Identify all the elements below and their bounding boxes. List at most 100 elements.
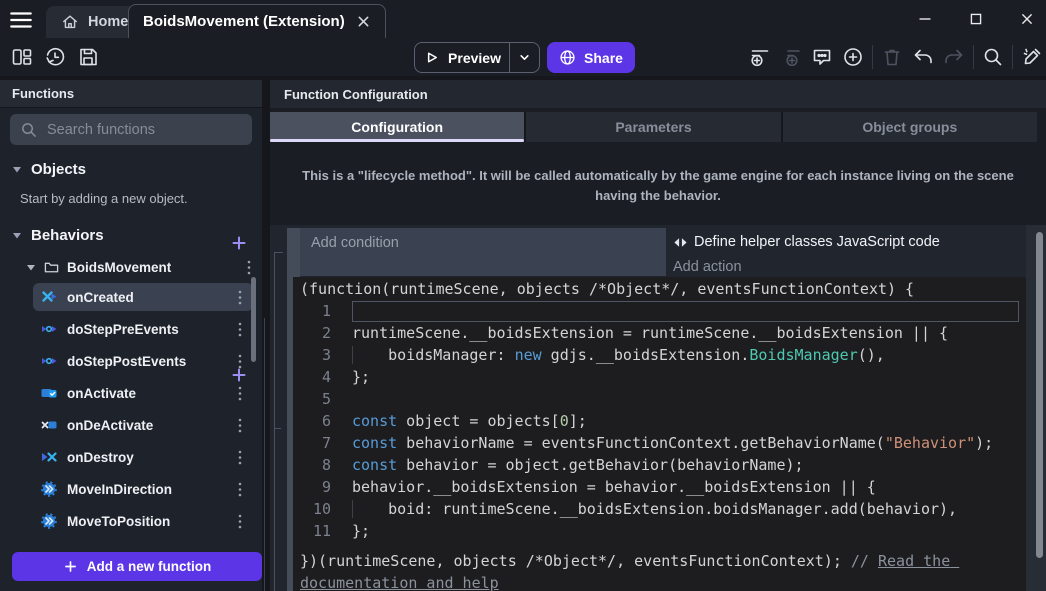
sidebar-item-moveindirection[interactable]: MoveInDirection (33, 475, 253, 503)
sidebar-title: Functions (0, 80, 262, 108)
lifecycle-activate-icon (41, 385, 57, 401)
sidebar-scrollbar[interactable] (251, 277, 256, 362)
line-number: 10 (293, 498, 343, 520)
redo-button (942, 45, 966, 69)
add-function-button-label: Add a new function (87, 559, 212, 574)
item-menu-button[interactable] (233, 289, 247, 305)
js-code-event-title[interactable]: Define helper classes JavaScript code (673, 234, 940, 250)
search-functions-box[interactable] (10, 114, 252, 145)
save-icon[interactable] (76, 45, 100, 69)
add-condition-area[interactable]: Add condition (300, 228, 666, 276)
lifecycle-deactivate-icon (41, 417, 57, 433)
gdevelop-window: { "tabbar": { "home": "Home", "active": … (0, 0, 1046, 591)
sidebar-item-oncreated[interactable]: onCreated (33, 283, 253, 311)
item-menu-button[interactable] (233, 513, 247, 529)
main-menu-button[interactable] (8, 7, 34, 31)
maximize-button[interactable] (954, 0, 998, 38)
minimize-button[interactable] (903, 0, 947, 38)
add-function-button[interactable]: Add a new function (12, 552, 262, 581)
item-menu-button[interactable] (233, 385, 247, 401)
tab-close-icon[interactable] (357, 15, 370, 28)
preview-button-label: Preview (448, 50, 501, 66)
js-code-icon (673, 235, 688, 250)
sidebar-item-dosteppreevents[interactable]: doStepPreEvents (33, 315, 253, 343)
history-icon[interactable] (43, 45, 67, 69)
events-scrollbar-thumb[interactable] (1036, 232, 1043, 558)
configuration-tabs: ConfigurationParametersObject groups (270, 112, 1037, 142)
trash-button (880, 45, 904, 69)
function-action-icon (41, 513, 57, 529)
edit-extension-button[interactable] (1020, 45, 1044, 69)
function-label: onDeActivate (67, 418, 223, 433)
code-line: 3 boidsManager: new gdjs.__boidsExtensio… (293, 344, 1026, 366)
add-circle-button[interactable] (841, 45, 865, 69)
share-button[interactable]: Share (547, 42, 635, 73)
divider (1012, 45, 1013, 69)
item-menu-button[interactable] (233, 353, 247, 369)
search-button[interactable] (981, 45, 1005, 69)
tab-active-label: BoidsMovement (Extension) (143, 13, 345, 30)
search-functions-input[interactable] (45, 121, 242, 139)
function-label: onCreated (67, 290, 223, 305)
behavior-group-label: BoidsMovement (67, 260, 234, 275)
line-number: 8 (293, 454, 343, 476)
section-behaviors[interactable]: Behaviors (0, 220, 262, 250)
code-line: 1 (293, 300, 1026, 322)
function-label: MoveToPosition (67, 514, 223, 529)
line-number: 4 (293, 366, 343, 388)
line-number: 7 (293, 432, 343, 454)
preview-button[interactable]: Preview (414, 42, 540, 73)
panel-title: Function Configuration (270, 80, 1046, 108)
javascript-code-editor[interactable]: (function(runtimeScene, objects /*Object… (293, 277, 1026, 591)
add-action-button[interactable]: Add action (673, 259, 742, 275)
line-number: 5 (293, 388, 343, 410)
code-line: 4}; (293, 366, 1026, 388)
code-line: 11}; (293, 520, 1026, 542)
tab-active[interactable]: BoidsMovement (Extension) (128, 4, 386, 38)
titlebar: Home BoidsMovement (Extension) (0, 0, 1046, 38)
chevron-down-icon (12, 230, 22, 240)
sidebar-item-onactivate[interactable]: onActivate (33, 379, 253, 407)
item-menu-button[interactable] (233, 321, 247, 337)
add-event-button[interactable] (748, 45, 772, 69)
item-menu-button[interactable] (233, 449, 247, 465)
code-line: 6const object = objects[0]; (293, 410, 1026, 432)
sidebar-item-dosteppostevents[interactable]: doStepPostEvents (33, 347, 253, 375)
line-number: 3 (293, 344, 343, 366)
code-line: 2runtimeScene.__boidsExtension = runtime… (293, 322, 1026, 344)
code-line: 10 boid: runtimeScene.__boidsExtension.b… (293, 498, 1026, 520)
share-button-label: Share (584, 50, 623, 66)
tab-parameters[interactable]: Parameters (526, 112, 780, 142)
functions-sidebar: Functions Objects Start by adding a new … (0, 80, 262, 591)
add-comment-button[interactable] (810, 45, 834, 69)
undo-button[interactable] (911, 45, 935, 69)
play-icon (423, 49, 440, 66)
item-menu-button[interactable] (233, 481, 247, 497)
preview-options-button[interactable] (510, 43, 539, 72)
sidebar-item-ondeactivate[interactable]: onDeActivate (33, 411, 253, 439)
function-label: MoveInDirection (67, 482, 223, 497)
group-menu-button[interactable] (242, 259, 256, 275)
item-menu-button[interactable] (233, 417, 247, 433)
tab-object-groups[interactable]: Object groups (783, 112, 1037, 142)
chevron-down-icon (26, 262, 36, 272)
objects-section-label: Objects (31, 161, 86, 178)
chevron-down-icon (12, 164, 22, 174)
panel-splitter (264, 318, 265, 591)
close-button[interactable] (1005, 0, 1046, 38)
function-label: doStepPreEvents (67, 322, 223, 337)
function-label: doStepPostEvents (67, 354, 223, 369)
event-indent-guide (274, 252, 284, 591)
tab-configuration[interactable]: Configuration (270, 112, 524, 142)
panels-icon[interactable] (10, 45, 34, 69)
sidebar-item-movetoposition[interactable]: MoveToPosition (33, 507, 253, 535)
behaviors-section-label: Behaviors (31, 227, 104, 244)
divider (872, 45, 873, 69)
behavior-group-boidsmovement[interactable]: BoidsMovement (0, 252, 262, 282)
function-action-icon (41, 481, 57, 497)
lifecycle-created-icon (41, 289, 57, 305)
function-label: onDestroy (67, 450, 223, 465)
line-number: 9 (293, 476, 343, 498)
section-objects[interactable]: Objects (0, 154, 262, 184)
sidebar-item-ondestroy[interactable]: onDestroy (33, 443, 253, 471)
